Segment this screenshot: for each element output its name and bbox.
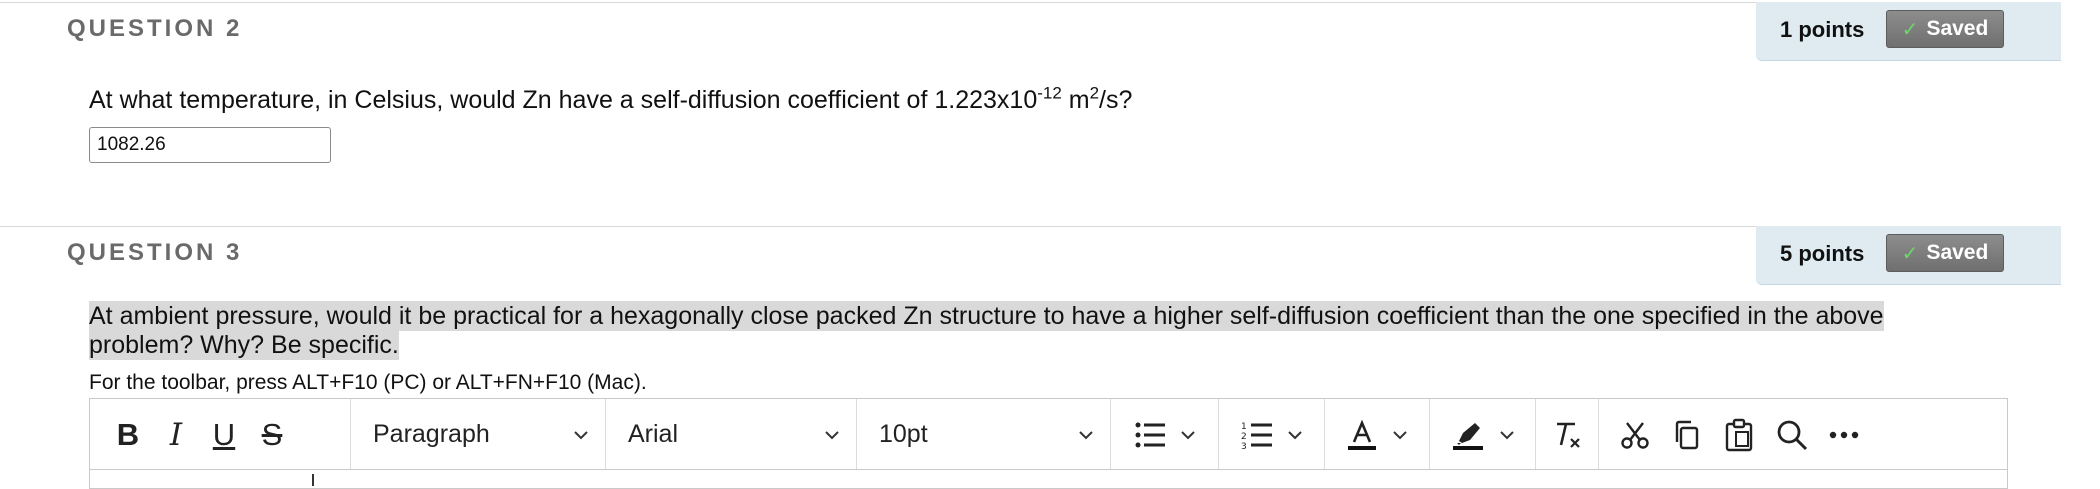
editor-content-area[interactable] [89, 469, 2008, 489]
font-family-select[interactable]: Arial [606, 399, 857, 470]
bold-button[interactable]: B [104, 399, 152, 470]
exponent: -12 [1037, 83, 1062, 103]
svg-text:3: 3 [1241, 442, 1247, 450]
numbered-list-split-button[interactable]: 123 [1219, 399, 1325, 470]
question-2-answer-input[interactable]: 1082.26 [89, 127, 331, 163]
question-2-points: 1 points [1780, 17, 1865, 42]
chevron-down-icon [1392, 428, 1408, 442]
question-2-points-panel: 1 points ✓ Saved [1756, 2, 2061, 61]
question-3-text: At ambient pressure, would it be practic… [89, 301, 1989, 360]
clipboard-group [1599, 399, 1879, 470]
question-2-title: QUESTION 2 [67, 15, 243, 42]
strikethrough-button[interactable]: S [248, 399, 296, 470]
bullet-list-split-button[interactable] [1111, 399, 1219, 470]
checkmark-icon: ✓ [1901, 18, 1919, 41]
exponent: 2 [1089, 83, 1100, 103]
text-format-group: B I U S [90, 399, 351, 470]
svg-text:1: 1 [1241, 422, 1247, 432]
chevron-down-icon [1180, 428, 1196, 442]
block-format-select[interactable]: Paragraph [351, 399, 606, 470]
question-3-points: 5 points [1780, 241, 1865, 266]
question-3-saved-button[interactable]: ✓ Saved [1886, 234, 2004, 272]
chevron-down-icon [824, 428, 839, 442]
numbered-list-icon: 123 [1241, 420, 1273, 450]
search-icon[interactable] [1775, 399, 1809, 470]
more-options-icon[interactable] [1829, 399, 1859, 470]
checkmark-icon: ✓ [1901, 242, 1919, 265]
chevron-down-icon [573, 428, 588, 442]
saved-label: Saved [1926, 241, 1989, 264]
question-2-unit-end: /s? [1099, 86, 1133, 114]
question-3-text-highlighted: At ambient pressure, would it be practic… [89, 301, 1884, 360]
font-size-value: 10pt [879, 420, 928, 448]
clear-formatting-button[interactable] [1536, 399, 1599, 470]
highlight-color-split-button[interactable] [1430, 399, 1536, 470]
chevron-down-icon [1287, 428, 1303, 442]
highlighter-icon [1451, 419, 1485, 451]
question-2-saved-button[interactable]: ✓ Saved [1886, 10, 2004, 48]
copy-icon[interactable] [1671, 399, 1703, 470]
question-2-text-main: At what temperature, in Celsius, would Z… [89, 86, 1038, 114]
toolbar-hint: For the toolbar, press ALT+F10 (PC) or A… [89, 371, 647, 394]
font-size-select[interactable]: 10pt [857, 399, 1111, 470]
question-divider [0, 2, 2048, 3]
text-color-split-button[interactable] [1325, 399, 1430, 470]
cut-icon[interactable] [1619, 399, 1651, 470]
editor-toolbar: B I U S Paragraph Arial 10pt 123 [89, 398, 2008, 470]
italic-button[interactable]: I [152, 399, 200, 470]
svg-text:2: 2 [1241, 432, 1247, 442]
clear-formatting-icon [1551, 419, 1583, 451]
text-cursor [312, 474, 314, 486]
saved-label: Saved [1926, 17, 1989, 40]
question-2-unit: m [1061, 86, 1090, 114]
chevron-down-icon [1499, 428, 1515, 442]
font-family-value: Arial [628, 420, 679, 448]
question-2-text: At what temperature, in Celsius, would Z… [89, 83, 1133, 115]
underline-button[interactable]: U [200, 399, 248, 470]
paste-icon[interactable] [1723, 399, 1755, 470]
assessment-page: QUESTION 2 1 points ✓ Saved At what temp… [0, 0, 2061, 489]
question-divider [0, 226, 2048, 227]
bullet-list-icon [1134, 420, 1166, 450]
text-color-icon [1346, 419, 1378, 451]
question-3-points-panel: 5 points ✓ Saved [1756, 226, 2061, 285]
question-3-title: QUESTION 3 [67, 239, 243, 266]
chevron-down-icon [1078, 428, 1093, 442]
block-format-value: Paragraph [373, 420, 490, 448]
